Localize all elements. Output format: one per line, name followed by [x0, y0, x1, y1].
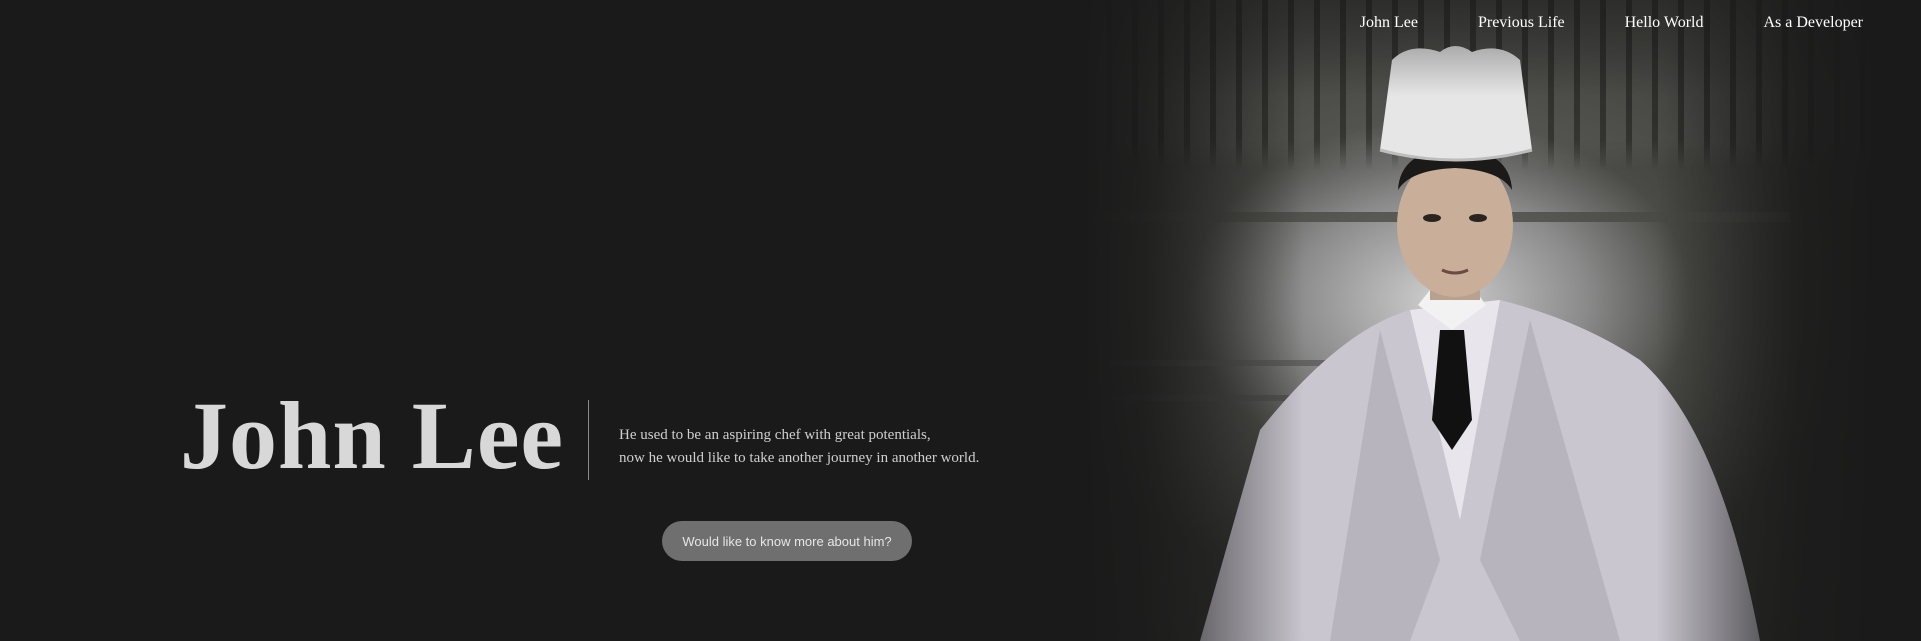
hero-tagline-line1: He used to be an aspiring chef with grea… — [619, 427, 931, 443]
know-more-button[interactable]: Would like to know more about him? — [662, 521, 912, 561]
hero-tagline: He used to be an aspiring chef with grea… — [619, 424, 979, 470]
chef-portrait-photo — [1080, 0, 1880, 641]
nav-item-previous-life[interactable]: Previous Life — [1478, 14, 1565, 32]
hero-title: John Lee — [180, 382, 565, 489]
top-nav: John Lee Previous Life Hello World As a … — [1360, 14, 1863, 32]
nav-item-john-lee[interactable]: John Lee — [1360, 14, 1418, 32]
chef-portrait-illustration — [1090, 46, 1790, 641]
nav-item-hello-world[interactable]: Hello World — [1625, 14, 1704, 32]
nav-item-as-a-developer[interactable]: As a Developer — [1763, 14, 1863, 32]
hero-divider — [588, 400, 589, 480]
hero-tagline-line2: now he would like to take another journe… — [619, 450, 980, 466]
